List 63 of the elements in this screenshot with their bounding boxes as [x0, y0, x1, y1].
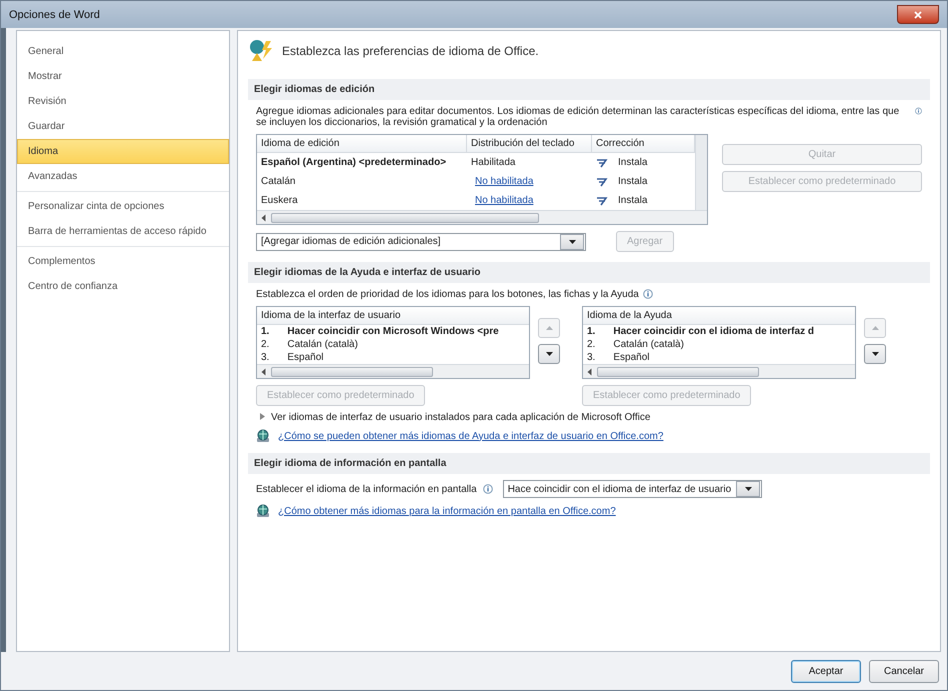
section-header: Elegir idioma de información en pantalla: [248, 453, 930, 474]
scrollbar[interactable]: [257, 210, 707, 224]
list-item[interactable]: 3. Español: [583, 351, 855, 364]
section-header: Elegir idiomas de la Ayuda e interfaz de usuario: [248, 262, 930, 283]
list-header: Idioma de la interfaz de usuario: [257, 307, 529, 325]
table-cell[interactable]: Catalán: [257, 174, 467, 189]
down-arrow-icon: [744, 487, 752, 491]
description: Agregue idiomas adicionales para editar documentos. Los idiomas de edición determinan las características específicas del idioma, entre las que se incluyen los diccionarios, la revisión gramatical y la ordenación: [256, 106, 900, 128]
info-icon: [642, 289, 653, 299]
info-icon: [482, 484, 493, 494]
chevron-icon: [260, 413, 265, 420]
table-cell-text: Habilitada: [470, 156, 516, 170]
down-arrow-icon: [546, 352, 552, 356]
down-arrow-icon: [568, 240, 576, 244]
sidebar-item[interactable]: Barra de herramientas de acceso rápido: [17, 219, 229, 244]
keyboard-link[interactable]: No habilitada: [471, 193, 538, 208]
sidebar-item[interactable]: Revisión: [17, 89, 229, 114]
list-item[interactable]: 1. Hacer coincidir con el idioma de interfaz d: [583, 325, 855, 338]
field-label: Establecer el idioma de la información en pantalla: [256, 484, 477, 494]
list-header: Idioma de la Ayuda: [583, 307, 855, 325]
table-cell-text: Instala: [617, 156, 648, 170]
close-icon: [914, 10, 922, 18]
page-heading: Establezca las preferencias de idioma de Office.: [282, 44, 539, 58]
close-button[interactable]: [897, 5, 939, 24]
sidebar-item[interactable]: Guardar: [17, 114, 229, 139]
sidebar-item[interactable]: Idioma: [17, 139, 229, 164]
list-item[interactable]: 3. Español: [257, 351, 529, 364]
sidebar-item[interactable]: Avanzadas: [17, 164, 229, 189]
sidebar-item[interactable]: General: [17, 39, 229, 64]
globe-icon: [256, 429, 272, 443]
sidebar-item[interactable]: Complementos: [17, 249, 229, 274]
down-arrow-icon: [872, 352, 878, 356]
globe-icon: [256, 504, 272, 518]
sidebar-item[interactable]: Centro de confianza: [17, 274, 229, 299]
section-header: Elegir idiomas de edición: [248, 79, 930, 100]
table-cell[interactable]: Español (Argentina) <predeterminado>: [257, 155, 467, 170]
scrollbar[interactable]: [257, 364, 529, 378]
cancel-button[interactable]: Cancelar: [869, 660, 939, 682]
window-title: Opciones de Word: [9, 8, 100, 20]
move-down-button[interactable]: [864, 344, 886, 364]
scrollbar[interactable]: [583, 364, 855, 378]
sidebar-item[interactable]: Mostrar: [17, 64, 229, 89]
column-header: Distribución del teclado: [467, 135, 592, 152]
move-down-button[interactable]: [538, 344, 560, 364]
table-cell-text: Instala: [617, 194, 648, 208]
office-link[interactable]: ¿Cómo obtener más idiomas para la información en pantalla en Office.com?: [278, 506, 616, 516]
ok-button[interactable]: Aceptar: [791, 660, 861, 682]
description: Establezca el orden de prioridad de los idiomas para los botones, las fichas y la Ayuda: [256, 289, 639, 300]
scrollbar[interactable]: [695, 135, 707, 210]
keyboard-link[interactable]: No habilitada: [471, 174, 538, 189]
table-cell[interactable]: Euskera: [257, 193, 467, 208]
info-icon: [915, 106, 922, 116]
office-link[interactable]: ¿Cómo se pueden obtener más idiomas de Ayuda e interfaz de usuario en Office.com?: [278, 430, 664, 442]
expander-link[interactable]: Ver idiomas de interfaz de usuario instalados para cada aplicación de Microsoft Office: [271, 412, 650, 423]
table-cell-text: Instala: [617, 175, 648, 189]
sidebar-item[interactable]: Personalizar cinta de opciones: [17, 194, 229, 219]
list-item[interactable]: 2. Catalán (català): [583, 338, 855, 351]
list-item[interactable]: 1. Hacer coincidir con Microsoft Windows <pre: [257, 325, 529, 338]
screentip-language-dropdown[interactable]: Hace coincidir con el idioma de interfaz de usuario: [502, 480, 762, 498]
add-language-dropdown[interactable]: [Agregar idiomas de edición adicionales]: [256, 232, 586, 250]
column-header: Idioma de edición: [257, 135, 467, 152]
person-globe-icon: [248, 39, 274, 63]
list-item[interactable]: 2. Catalán (català): [257, 338, 529, 351]
